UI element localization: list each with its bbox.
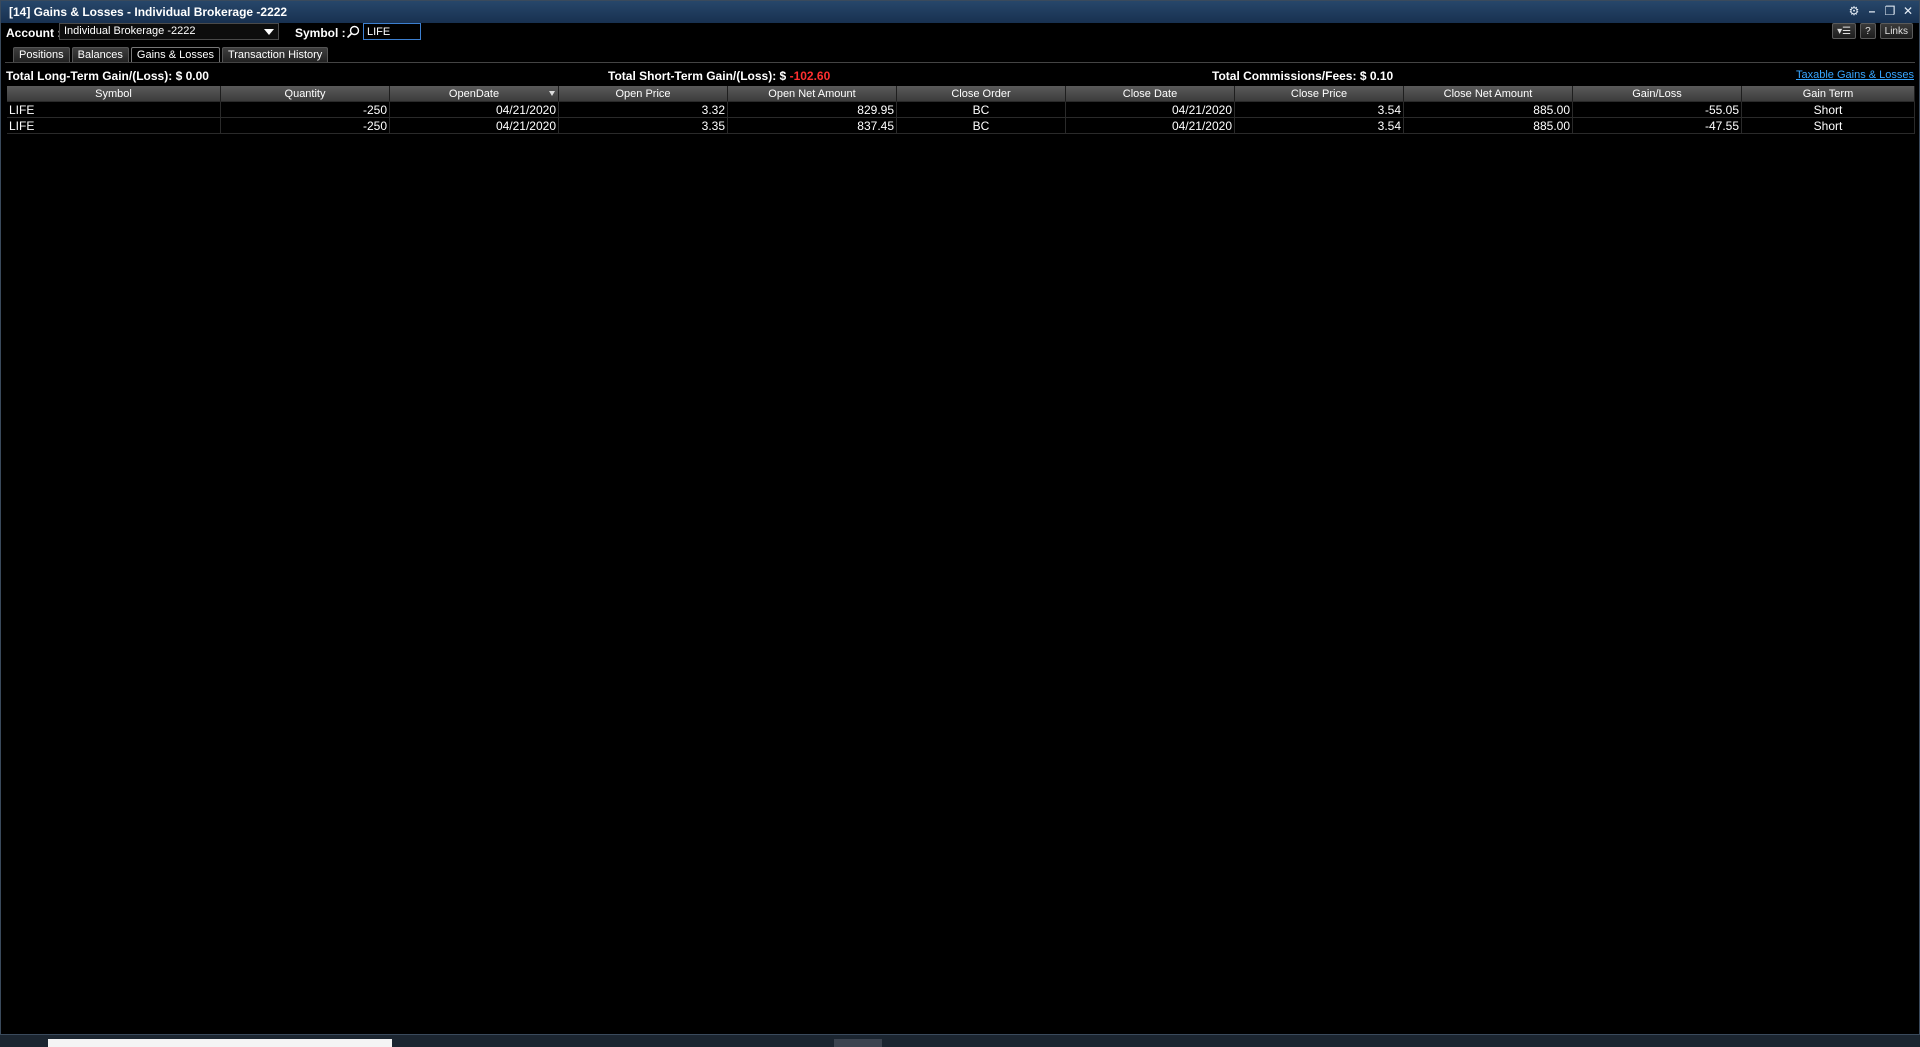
dropdown-menu-icon: ▾☰ [1837,25,1852,37]
column-header-open-price[interactable]: Open Price [559,86,728,102]
tab-bar: Positions Balances Gains & Losses Transa… [13,47,329,62]
short-term-label: Total Short-Term Gain/(Loss): $ [608,69,787,83]
taskbar-active-item[interactable] [48,1039,392,1047]
taxable-gains-link[interactable]: Taxable Gains & Losses [1796,69,1914,81]
cell-quantity: -250 [221,102,390,118]
account-select[interactable]: Individual Brokerage -2222 [59,23,279,40]
column-header-symbol[interactable]: Symbol [7,86,221,102]
cell-open-net-amount: 837.45 [728,118,897,134]
table-row[interactable]: LIFE -250 04/21/2020 3.32 829.95 BC 04/2… [7,102,1915,118]
tab-positions[interactable]: Positions [13,47,70,62]
cell-gain-term: Short [1742,102,1915,118]
cell-close-price: 3.54 [1235,118,1404,134]
long-term-total: Total Long-Term Gain/(Loss): $ 0.00 [6,69,209,83]
cell-open-date: 04/21/2020 [390,118,559,134]
short-term-value: -102.60 [789,69,831,83]
right-toolbar: ▾☰ ? Links [1832,23,1913,39]
window-controls: ⚙ – ❐ ✕ [1847,3,1915,19]
close-icon[interactable]: ✕ [1901,3,1915,19]
cell-close-order: BC [897,118,1066,134]
symbol-input[interactable] [363,23,421,40]
toolbar: Account : Individual Brokerage -2222 Sym… [1,23,1919,43]
short-term-total: Total Short-Term Gain/(Loss): $ -102.60 [608,69,830,83]
links-button[interactable]: Links [1879,23,1913,39]
title-bar[interactable]: [14] Gains & Losses - Individual Brokera… [1,1,1919,24]
symbol-label: Symbol : [295,26,346,40]
column-header-close-price[interactable]: Close Price [1235,86,1404,102]
minimize-icon[interactable]: – [1865,3,1879,19]
help-button[interactable]: ? [1860,23,1876,39]
commissions-label: Total Commissions/Fees: [1212,69,1357,83]
tab-transaction-history[interactable]: Transaction History [221,47,329,62]
column-header-close-order[interactable]: Close Order [897,86,1066,102]
column-header-quantity[interactable]: Quantity [221,86,390,102]
column-header-close-net-amount[interactable]: Close Net Amount [1404,86,1573,102]
tab-divider [5,62,1915,63]
account-label: Account : [6,26,62,40]
tab-gains-losses[interactable]: Gains & Losses [130,47,220,62]
settings-gear-icon[interactable]: ⚙ [1847,3,1861,19]
table-row[interactable]: LIFE -250 04/21/2020 3.35 837.45 BC 04/2… [7,118,1915,134]
cell-close-net-amount: 885.00 [1404,102,1573,118]
column-header-close-date[interactable]: Close Date [1066,86,1235,102]
cell-close-order: BC [897,102,1066,118]
table-header: Symbol Quantity OpenDate Open Price Open… [7,86,1915,102]
window-title: [14] Gains & Losses - Individual Brokera… [9,5,288,19]
column-header-open-net-amount[interactable]: Open Net Amount [728,86,897,102]
cell-open-price: 3.35 [559,118,728,134]
taskbar-scroll-thumb[interactable] [834,1039,882,1047]
cell-gain-loss: -47.55 [1573,118,1742,134]
cell-symbol: LIFE [7,118,221,134]
gains-losses-window: [14] Gains & Losses - Individual Brokera… [0,0,1920,1035]
account-select-value: Individual Brokerage -2222 [64,25,196,37]
column-header-opendate[interactable]: OpenDate [390,86,559,102]
cell-close-price: 3.54 [1235,102,1404,118]
tab-balances[interactable]: Balances [71,47,129,62]
cell-quantity: -250 [221,118,390,134]
cell-open-net-amount: 829.95 [728,102,897,118]
cell-open-price: 3.32 [559,102,728,118]
cell-gain-term: Short [1742,118,1915,134]
summary-bar: Total Long-Term Gain/(Loss): $ 0.00 Tota… [1,69,1919,83]
cell-close-date: 04/21/2020 [1066,102,1235,118]
restore-icon[interactable]: ❐ [1883,3,1897,19]
taskbar-strip [0,1035,1920,1047]
column-header-gain-loss[interactable]: Gain/Loss [1573,86,1742,102]
column-header-gain-term[interactable]: Gain Term [1742,86,1915,102]
long-term-label: Total Long-Term Gain/(Loss): [6,69,173,83]
commissions-value: $ 0.10 [1359,69,1394,83]
cell-gain-loss: -55.05 [1573,102,1742,118]
cell-close-date: 04/21/2020 [1066,118,1235,134]
chevron-down-icon [264,29,274,35]
cell-symbol: LIFE [7,102,221,118]
gains-losses-table: Symbol Quantity OpenDate Open Price Open… [7,86,1915,134]
cell-open-date: 04/21/2020 [390,102,559,118]
commissions-total: Total Commissions/Fees: $ 0.10 [1212,69,1393,83]
cell-close-net-amount: 885.00 [1404,118,1573,134]
long-term-value: $ 0.00 [175,69,209,83]
menu-button[interactable]: ▾☰ [1832,23,1857,39]
search-icon[interactable] [346,25,360,39]
